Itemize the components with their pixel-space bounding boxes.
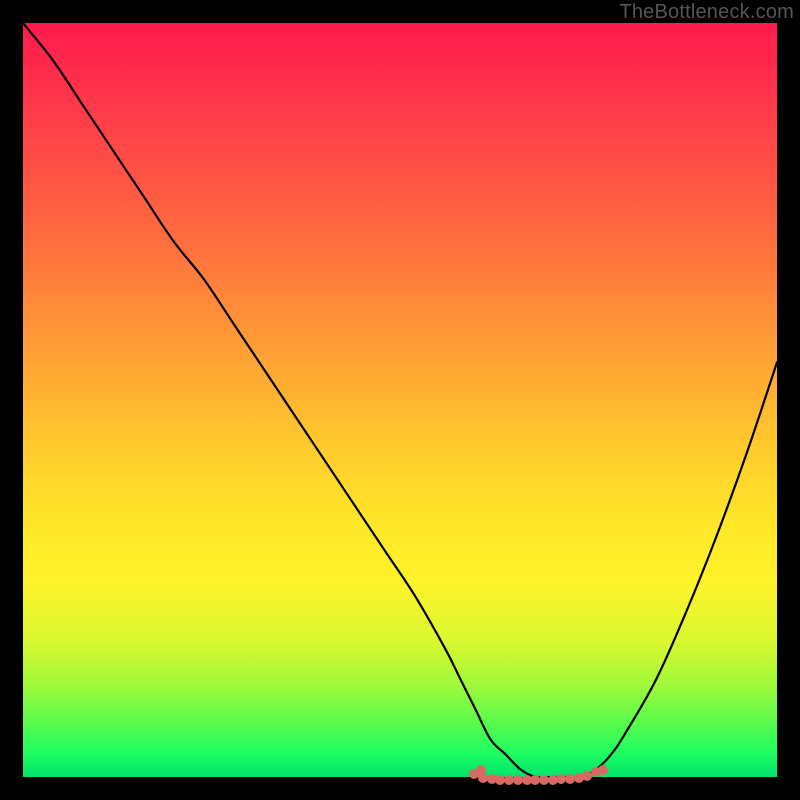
curve-path: [23, 23, 777, 778]
bottleneck-curve: [23, 23, 777, 777]
watermark-text: TheBottleneck.com: [619, 1, 794, 24]
chart-frame: TheBottleneck.com: [0, 0, 800, 800]
plot-area: [23, 23, 777, 777]
